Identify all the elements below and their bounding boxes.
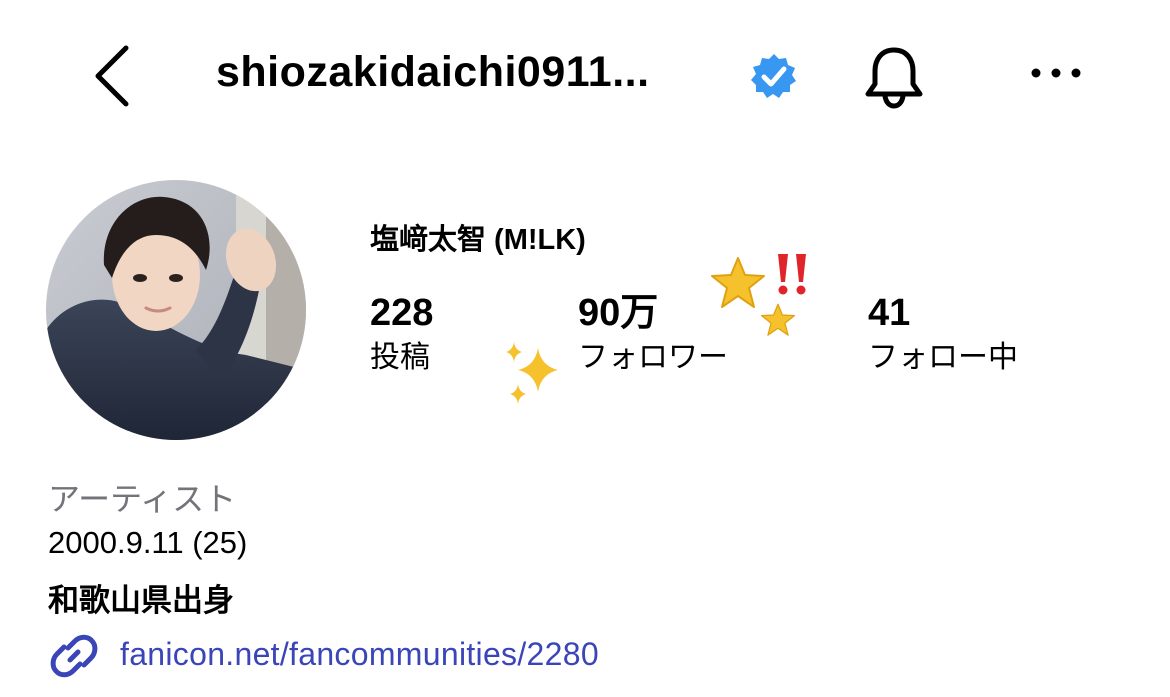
small-star-icon xyxy=(760,303,795,336)
profile-header: shiozakidaichi0911... xyxy=(0,0,1170,150)
following-label: フォロー中 xyxy=(868,341,1018,374)
following-count: 41 xyxy=(868,292,911,334)
posts-count: 228 xyxy=(370,292,434,334)
profile-username[interactable]: shiozakidaichi0911... xyxy=(216,48,650,97)
followers-count: 90万 xyxy=(578,292,659,334)
double-exclamation-icon xyxy=(778,254,806,295)
profile-link[interactable]: fanicon.net/fancommunities/2280 xyxy=(48,630,728,680)
profile-category: アーティスト xyxy=(48,481,237,517)
bell-icon xyxy=(865,47,923,109)
profile-page: shiozakidaichi0911... 塩﨑太智 (M!LK) 228 投稿… xyxy=(0,0,1170,697)
more-horizontal-icon xyxy=(1031,68,1081,78)
stat-followers[interactable]: 90万 フォロワー xyxy=(578,290,728,380)
bio-birthdate: 2000.9.11 (25) xyxy=(48,525,248,560)
followers-label: フォロワー xyxy=(578,341,728,374)
posts-label: 投稿 xyxy=(370,341,430,374)
link-url: fanicon.net/fancommunities/2280 xyxy=(120,636,599,672)
stat-following[interactable]: 41 フォロー中 xyxy=(868,290,1018,380)
more-options-button[interactable] xyxy=(1026,55,1086,91)
sparkles-icon xyxy=(506,342,558,404)
notifications-button[interactable] xyxy=(858,40,930,112)
bio-hometown: 和歌山県出身 xyxy=(48,583,234,618)
chevron-left-icon xyxy=(95,45,129,107)
back-button[interactable] xyxy=(86,40,142,112)
profile-avatar[interactable] xyxy=(46,180,306,440)
star-icon xyxy=(711,257,765,308)
link-icon xyxy=(50,634,98,678)
display-name: 塩﨑太智 (M!LK) xyxy=(370,224,586,256)
verified-badge-icon xyxy=(750,52,798,100)
stat-posts[interactable]: 228 投稿 xyxy=(370,290,433,380)
